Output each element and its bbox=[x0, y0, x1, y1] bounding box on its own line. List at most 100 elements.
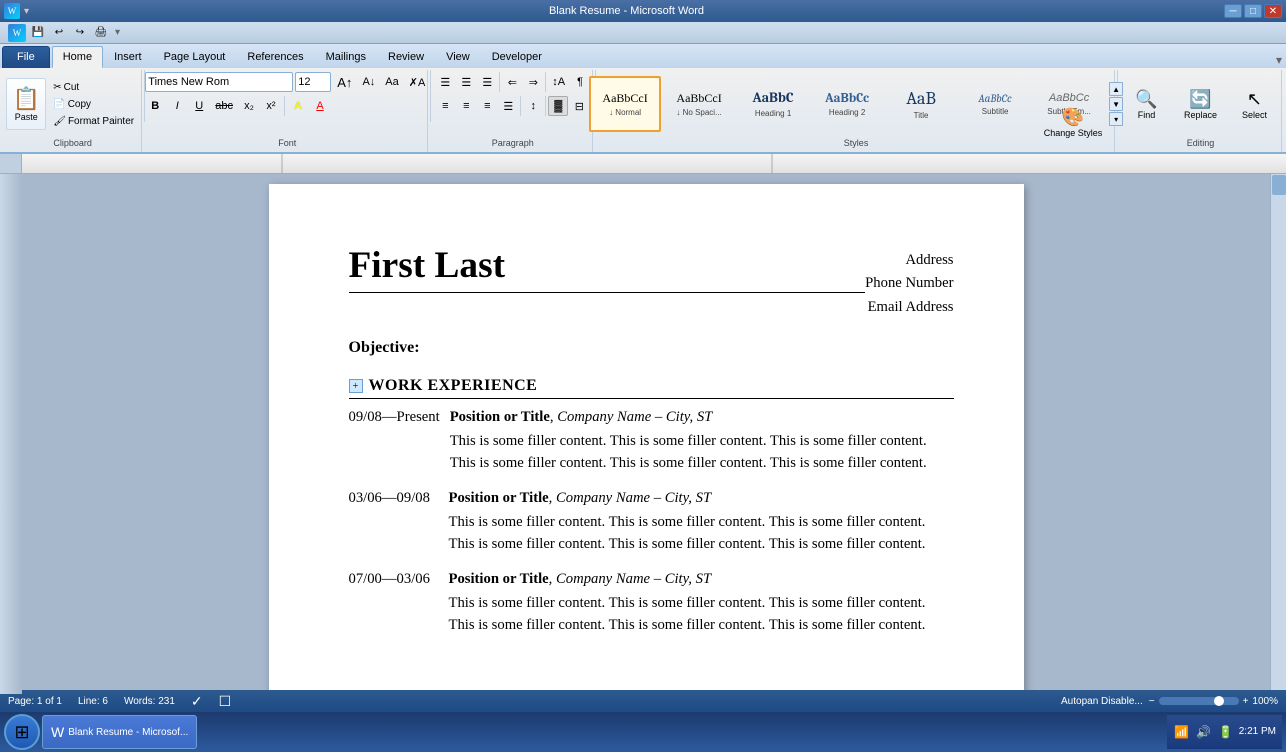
style-heading2[interactable]: AaBbCc Heading 2 bbox=[811, 76, 883, 132]
quick-access-arrow[interactable]: ▾ bbox=[115, 27, 120, 38]
font-name-input[interactable] bbox=[145, 72, 293, 92]
paste-button[interactable]: 📋 Paste bbox=[6, 78, 46, 130]
subscript-button[interactable]: x₂ bbox=[239, 96, 259, 116]
tab-file[interactable]: File bbox=[2, 46, 50, 68]
section-heading-icon[interactable]: + bbox=[349, 379, 363, 393]
style-subtitle[interactable]: AaBbCc Subtitle bbox=[959, 76, 1031, 132]
section-heading: + WORK EXPERIENCE bbox=[349, 377, 954, 399]
sort-btn[interactable]: ↕A bbox=[548, 72, 569, 92]
start-button[interactable]: ⊞ bbox=[4, 714, 40, 750]
justify-btn[interactable]: ☰ bbox=[498, 96, 518, 116]
change-case-btn[interactable]: Aa bbox=[381, 72, 402, 92]
copy-button[interactable]: 📄 Copy bbox=[48, 96, 139, 112]
job-3-details: Position or Title, Company Name – City, … bbox=[449, 571, 954, 636]
job-2-details: Position or Title, Company Name – City, … bbox=[449, 490, 954, 555]
change-styles-button[interactable]: 🎨 Change Styles bbox=[1038, 96, 1108, 148]
zoom-in-icon[interactable]: + bbox=[1243, 696, 1249, 707]
select-button[interactable]: ↖ Select bbox=[1229, 79, 1279, 129]
strikethrough-button[interactable]: abc bbox=[211, 96, 237, 116]
tab-insert[interactable]: Insert bbox=[103, 46, 153, 68]
status-bar: Page: 1 of 1 Line: 6 Words: 231 ✓ ☐ Auto… bbox=[0, 690, 1286, 712]
resume-name-section: First Last bbox=[349, 244, 866, 293]
line-spacing-btn[interactable]: ↕ bbox=[523, 96, 543, 116]
font-shrink-btn[interactable]: A↓ bbox=[358, 72, 379, 92]
align-center-btn[interactable]: ≡ bbox=[456, 96, 476, 116]
close-button[interactable]: ✕ bbox=[1264, 4, 1282, 18]
align-right-btn[interactable]: ≡ bbox=[477, 96, 497, 116]
print-quick-btn[interactable]: 🖨 bbox=[92, 24, 110, 42]
superscript-button[interactable]: x² bbox=[261, 96, 281, 116]
maximize-button[interactable]: □ bbox=[1244, 4, 1262, 18]
border-btn[interactable]: ⊟ bbox=[569, 96, 589, 116]
status-line: Line: 6 bbox=[78, 696, 108, 707]
format-painter-button[interactable]: 🖌 Format Painter bbox=[48, 113, 139, 129]
word-icon: W bbox=[4, 3, 20, 19]
redo-quick-btn[interactable]: ↪ bbox=[71, 24, 89, 42]
zoom-level: 100% bbox=[1252, 696, 1278, 707]
zoom-slider[interactable] bbox=[1159, 697, 1239, 705]
align-left-btn[interactable]: ≡ bbox=[435, 96, 455, 116]
undo-quick-btn[interactable]: ↩ bbox=[50, 24, 68, 42]
style-normal[interactable]: AaBbCcI ↓ Normal bbox=[589, 76, 661, 132]
taskbar-word[interactable]: W Blank Resume - Microsof... bbox=[42, 715, 197, 749]
status-word-icon[interactable]: ☐ bbox=[219, 693, 232, 710]
cut-button[interactable]: ✂ Cut bbox=[48, 79, 139, 95]
title-bar-left: W ▾ bbox=[4, 3, 29, 19]
replace-button[interactable]: 🔄 Replace bbox=[1175, 79, 1225, 129]
zoom-control[interactable]: − + 100% bbox=[1149, 696, 1278, 707]
style-title[interactable]: AaB Title bbox=[885, 76, 957, 132]
underline-button[interactable]: U bbox=[189, 96, 209, 116]
ribbon-group-styles: AaBbCcI ↓ Normal AaBbCcI ↓ No Spaci... A… bbox=[598, 70, 1115, 152]
change-styles-label: Change Styles bbox=[1044, 128, 1103, 138]
shading-btn[interactable]: ▓ bbox=[548, 96, 568, 116]
tab-home[interactable]: Home bbox=[52, 46, 103, 68]
tab-mailings[interactable]: Mailings bbox=[315, 46, 377, 68]
tab-view[interactable]: View bbox=[435, 46, 481, 68]
save-quick-btn[interactable]: 💾 bbox=[29, 24, 47, 42]
style-title-preview: AaB bbox=[906, 88, 936, 110]
status-spell-icon[interactable]: ✓ bbox=[191, 693, 203, 710]
scroll-thumb-up[interactable] bbox=[1272, 175, 1286, 195]
bold-button[interactable]: B bbox=[145, 96, 165, 116]
font-grow-btn[interactable]: A↑ bbox=[333, 72, 356, 92]
bullets-btn[interactable]: ☰ bbox=[435, 72, 455, 92]
ribbon-group-clipboard: 📋 Paste ✂ Cut 📄 Copy 🖌 Format Painter Cl… bbox=[4, 70, 142, 152]
para-row-2: ≡ ≡ ≡ ☰ ↕ ▓ ⊟ bbox=[435, 96, 590, 116]
show-hide-btn[interactable]: ¶ bbox=[570, 72, 590, 92]
contact-email: Email Address bbox=[865, 296, 953, 319]
text-highlight-btn[interactable]: A bbox=[288, 96, 308, 116]
style-heading1[interactable]: AaBbC Heading 1 bbox=[737, 76, 809, 132]
ribbon-help-btn[interactable]: ▾ bbox=[1276, 53, 1286, 68]
italic-button[interactable]: I bbox=[167, 96, 187, 116]
style-heading1-label: Heading 1 bbox=[755, 109, 791, 118]
decrease-indent-btn[interactable]: ⇐ bbox=[502, 72, 522, 92]
vertical-scrollbar[interactable] bbox=[1270, 174, 1286, 690]
document-area: First Last Address Phone Number Email Ad… bbox=[0, 174, 1286, 690]
job-entry-3: 07/00—03/06 Position or Title, Company N… bbox=[349, 571, 954, 636]
document-scroll-area[interactable]: First Last Address Phone Number Email Ad… bbox=[22, 174, 1270, 690]
style-heading1-preview: AaBbC bbox=[753, 90, 794, 107]
tab-developer[interactable]: Developer bbox=[481, 46, 553, 68]
status-left: Page: 1 of 1 Line: 6 Words: 231 ✓ ☐ bbox=[8, 693, 231, 710]
ruler-corner bbox=[0, 154, 22, 173]
tab-page-layout[interactable]: Page Layout bbox=[153, 46, 237, 68]
clear-format-btn[interactable]: ✗A bbox=[405, 72, 430, 92]
style-normal-label: ↓ Normal bbox=[609, 108, 641, 117]
para-divider-2 bbox=[545, 72, 546, 92]
ribbon-content: 📋 Paste ✂ Cut 📄 Copy 🖌 Format Painter Cl… bbox=[0, 68, 1286, 154]
font-color-btn[interactable]: A bbox=[310, 96, 330, 116]
tab-references[interactable]: References bbox=[236, 46, 314, 68]
multilevel-btn[interactable]: ☰ bbox=[477, 72, 497, 92]
status-right: Autopan Disable... − + 100% bbox=[1061, 696, 1278, 707]
tray-clock[interactable]: 2:21 PM bbox=[1239, 725, 1276, 739]
increase-indent-btn[interactable]: ⇒ bbox=[523, 72, 543, 92]
style-no-spacing-preview: AaBbCcI bbox=[676, 91, 721, 105]
minimize-button[interactable]: ─ bbox=[1224, 4, 1242, 18]
zoom-out-icon[interactable]: − bbox=[1149, 696, 1155, 707]
style-no-spacing[interactable]: AaBbCcI ↓ No Spaci... bbox=[663, 76, 735, 132]
font-size-input[interactable] bbox=[295, 72, 331, 92]
start-icon: ⊞ bbox=[14, 722, 29, 743]
find-button[interactable]: 🔍 Find bbox=[1121, 79, 1171, 129]
numbering-btn[interactable]: ☰ bbox=[456, 72, 476, 92]
tab-review[interactable]: Review bbox=[377, 46, 435, 68]
